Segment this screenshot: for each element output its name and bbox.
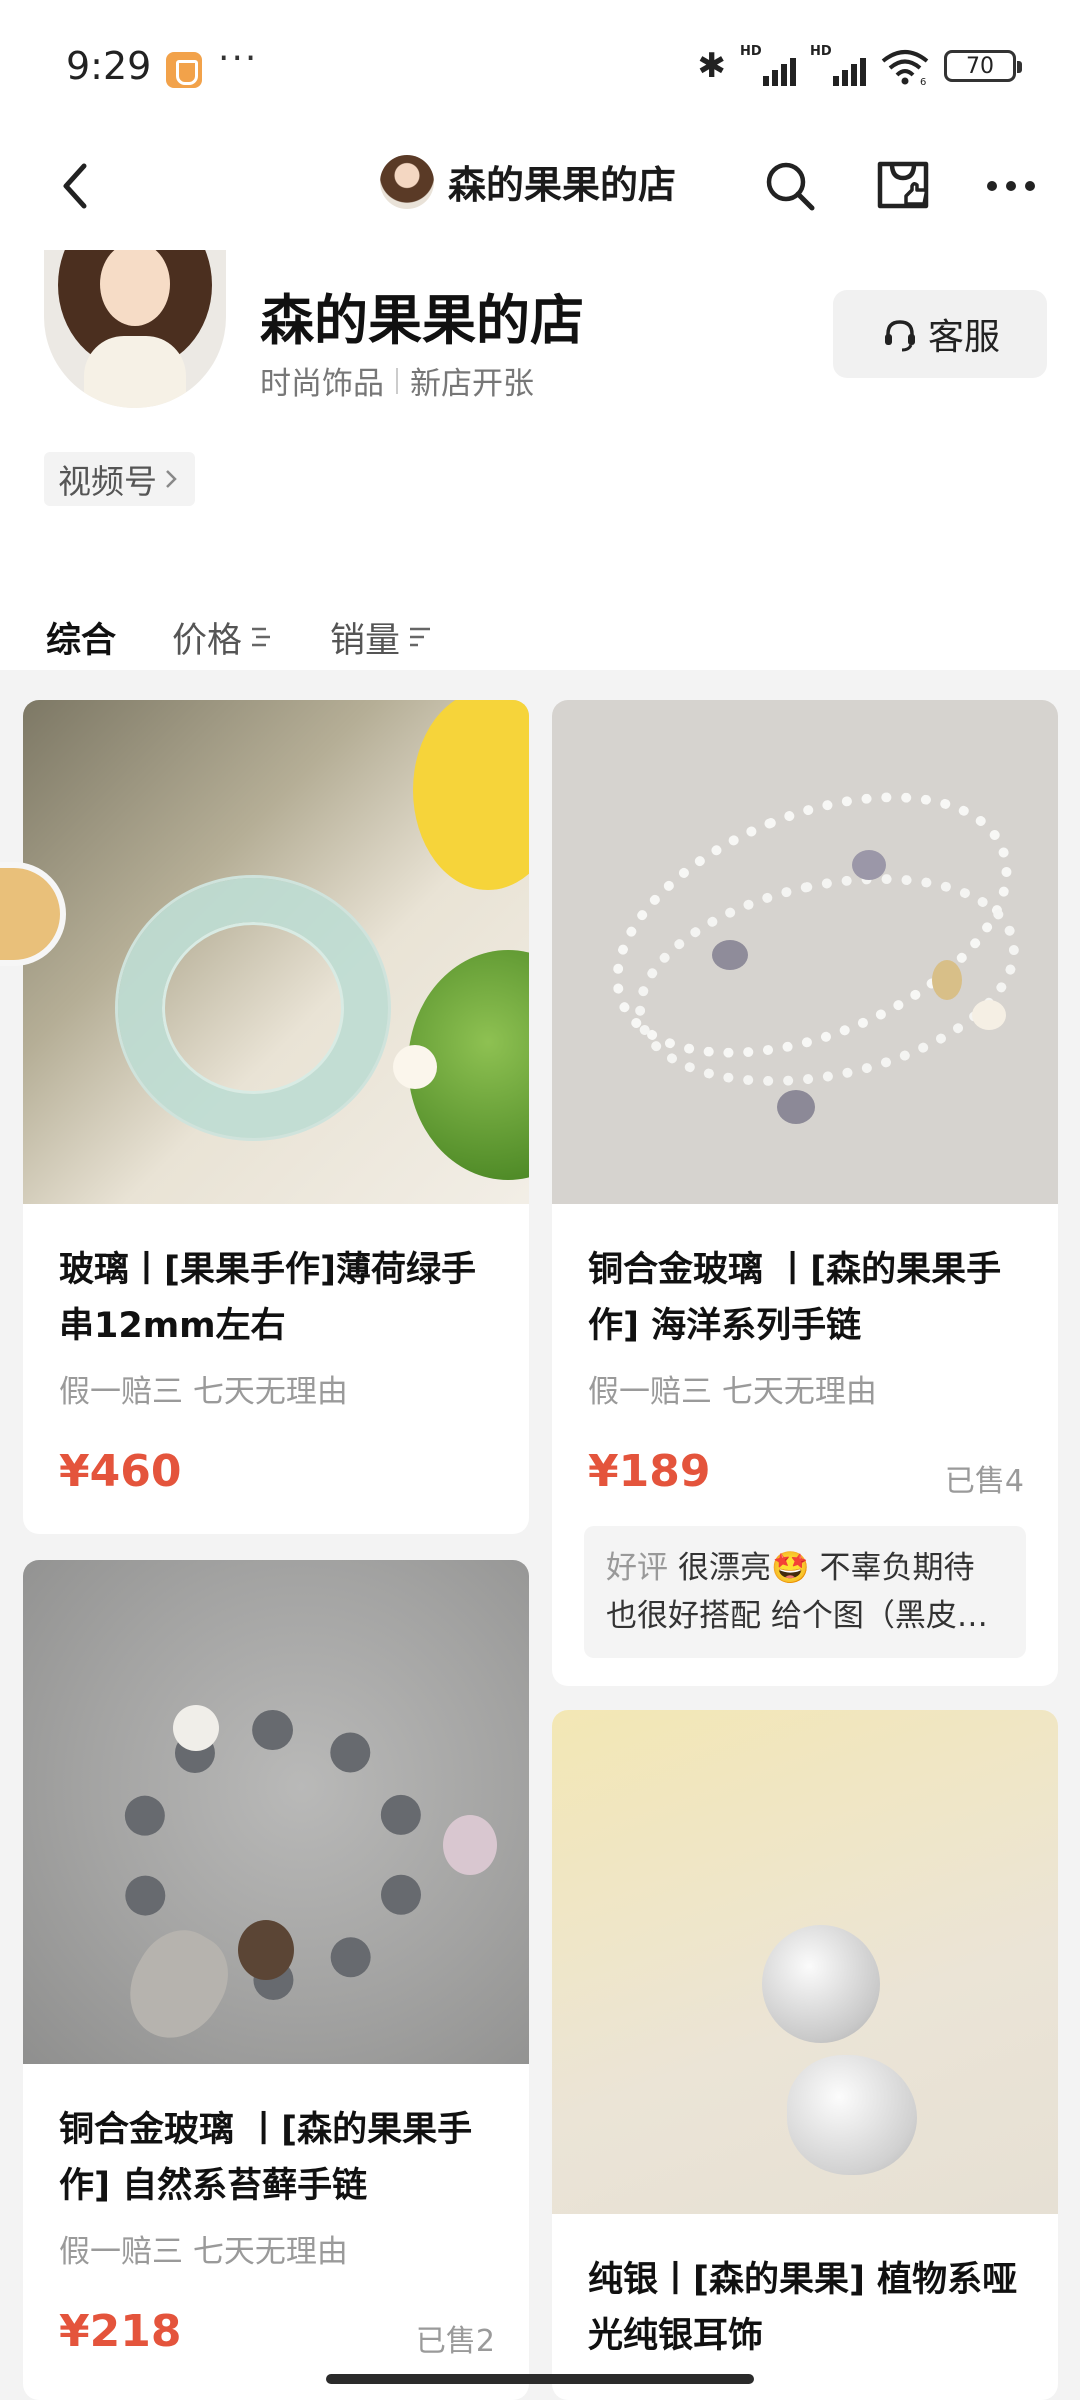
more-icon[interactable] <box>980 156 1042 216</box>
sort-icon <box>252 627 271 646</box>
shop-tag: 新店开张 <box>410 366 534 402</box>
back-icon[interactable] <box>48 156 108 216</box>
shield-icon <box>166 52 202 88</box>
shop-name: 森的果果的店 <box>260 289 584 352</box>
wifi-icon: 6 <box>881 50 929 85</box>
signal-hd-label: HD <box>810 44 832 59</box>
status-bar: 9:29 ··· ✱ HD HD 6 70 <box>0 0 1080 130</box>
search-icon[interactable] <box>760 156 820 216</box>
nav-title: 森的果果的店 <box>448 163 677 207</box>
product-card[interactable]: 玻璃丨[果果手作]薄荷绿手串12mm左右 假一赔三 七天无理由 ¥460 <box>23 700 529 1534</box>
product-price: ¥189 <box>588 1446 711 1497</box>
product-image-mint-bracelet[interactable] <box>23 700 529 1204</box>
product-services: 假一赔三 七天无理由 <box>59 2234 348 2270</box>
battery-icon: 70 <box>944 50 1022 82</box>
product-title: 玻璃丨[果果手作]薄荷绿手串12mm左右 <box>59 1250 476 1346</box>
product-image-silver-earrings[interactable] <box>552 1710 1058 2214</box>
shop-avatar-small <box>380 154 434 209</box>
video-channel-link[interactable]: 视频号 <box>44 452 195 506</box>
status-indicators: ✱ HD HD 6 70 <box>697 44 1022 86</box>
video-label: 视频号 <box>58 462 157 501</box>
shop-tag: 时尚饰品 <box>260 366 384 402</box>
status-time: 9:29 <box>66 44 152 88</box>
shop-tags: 时尚饰品 新店开张 <box>260 358 534 403</box>
product-image-moss-bracelet[interactable] <box>23 1560 529 2064</box>
tab-price[interactable]: 价格 <box>172 612 274 663</box>
signal-icon: HD <box>740 44 796 86</box>
product-title: 铜合金玻璃 丨[森的果果手作] 自然系苔藓手链 <box>59 2110 473 2206</box>
review-label: 好评 <box>606 1550 668 1586</box>
sort-tabs: 综合 价格 销量 <box>46 612 488 663</box>
product-card[interactable]: 铜合金玻璃 丨[森的果果手作] 自然系苔藓手链 假一赔三 七天无理由 ¥218 … <box>23 1560 529 2400</box>
product-card[interactable]: 铜合金玻璃 丨[森的果果手作] 海洋系列手链 假一赔三 七天无理由 ¥189 已… <box>552 700 1058 1686</box>
tab-sales[interactable]: 销量 <box>330 612 432 663</box>
product-sold-count: 已售4 <box>944 1464 1024 1499</box>
tab-comprehensive[interactable]: 综合 <box>46 612 116 663</box>
tab-label: 综合 <box>46 621 117 661</box>
product-services: 假一赔三 七天无理由 <box>59 1374 348 1410</box>
battery-level: 70 <box>966 53 994 79</box>
sort-icon <box>410 627 431 646</box>
tab-label: 价格 <box>172 621 243 661</box>
product-card[interactable]: 纯银丨[森的果果] 植物系哑光纯银耳饰 <box>552 1710 1058 2400</box>
bluetooth-icon: ✱ <box>697 46 727 86</box>
signal-icon: HD <box>810 44 866 86</box>
product-title: 铜合金玻璃 丨[森的果果手作] 海洋系列手链 <box>588 1250 1002 1346</box>
product-title: 纯银丨[森的果果] 植物系哑光纯银耳饰 <box>588 2260 1018 2356</box>
nav-bar: 森的果果的店 <box>0 140 1080 232</box>
nav-shop-title[interactable]: 森的果果的店 <box>380 154 676 209</box>
wifi-sub-label: 6 <box>920 77 926 85</box>
customer-service-button[interactable]: 客服 <box>833 290 1047 378</box>
shop-icon[interactable] <box>870 152 936 218</box>
chevron-right-icon <box>166 470 177 488</box>
status-more-icon: ··· <box>218 38 259 79</box>
headset-icon <box>884 320 915 352</box>
tab-label: 销量 <box>330 621 401 661</box>
tag-divider <box>396 367 398 394</box>
product-review: 好评 很漂亮🤩 不辜负期待也很好搭配 给个图（黑皮… <box>584 1526 1026 1658</box>
product-image-ocean-bracelet[interactable] <box>552 700 1058 1204</box>
product-price: ¥218 <box>59 2306 182 2357</box>
product-sold-count: 已售2 <box>415 2324 495 2359</box>
product-price: ¥460 <box>59 1446 182 1497</box>
service-label: 客服 <box>927 317 1000 358</box>
home-indicator[interactable] <box>326 2374 754 2384</box>
signal-hd-label: HD <box>740 44 762 59</box>
product-services: 假一赔三 七天无理由 <box>588 1374 877 1410</box>
